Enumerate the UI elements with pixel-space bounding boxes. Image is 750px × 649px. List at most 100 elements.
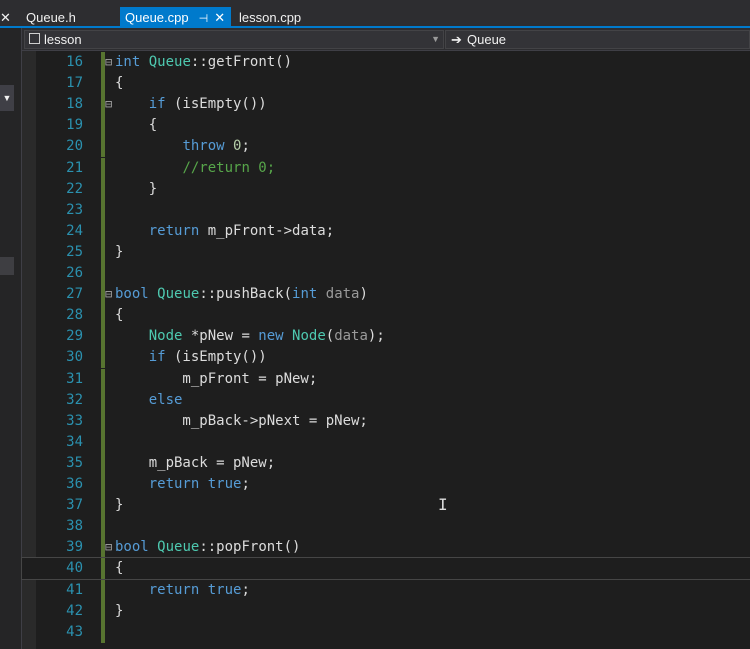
line-number: 16: [66, 54, 83, 70]
line-number: 22: [66, 180, 83, 197]
change-marker: [101, 621, 105, 643]
code-line[interactable]: 17 {: [22, 73, 750, 95]
line-number: 35: [66, 454, 83, 471]
project-icon: [29, 33, 40, 44]
change-marker: [101, 241, 105, 263]
line-number: 31: [66, 370, 83, 387]
line-number: 28: [66, 307, 83, 324]
line-number: 34: [66, 433, 83, 450]
line-number: 19: [66, 117, 83, 134]
code-line[interactable]: 18 ⊟ if (isEmpty()): [22, 94, 750, 116]
collapse-icon[interactable]: ⊟: [105, 52, 112, 73]
code-line[interactable]: 38: [22, 516, 750, 538]
change-marker: [101, 452, 105, 474]
change-marker: [101, 305, 105, 327]
code-text: m_pBack->pNext = pNew;: [115, 412, 368, 429]
change-marker: [101, 220, 105, 242]
change-marker: [101, 263, 105, 284]
code-line[interactable]: 43: [22, 621, 750, 643]
code-text: }: [115, 180, 158, 197]
close-icon[interactable]: ✕: [214, 10, 225, 25]
change-marker: [101, 579, 105, 601]
code-text: {: [115, 75, 124, 92]
text-cursor-icon: I: [438, 495, 448, 514]
document-tab-bar: ✕ Queue.h Queue.cpp ⊣ ✕ lesson.cpp: [0, 0, 750, 28]
tab-lesson-cpp[interactable]: lesson.cpp: [239, 7, 301, 28]
code-text: {: [115, 560, 124, 577]
close-icon[interactable]: ✕: [0, 7, 12, 28]
line-number: 20: [66, 138, 83, 155]
code-line[interactable]: 35 m_pBack = pNew;: [22, 452, 750, 474]
change-marker: [101, 495, 105, 517]
change-marker: [101, 347, 105, 369]
code-line[interactable]: 24 return m_pFront->data;: [22, 220, 750, 242]
change-marker: [101, 157, 105, 179]
line-number: 32: [66, 391, 83, 408]
code-line[interactable]: 32 else: [22, 389, 750, 411]
code-line[interactable]: 34: [22, 431, 750, 453]
code-line[interactable]: 37}: [22, 495, 750, 517]
chevron-down-icon: ▼: [431, 34, 440, 44]
line-number: 18: [66, 96, 83, 113]
code-line[interactable]: 21 //return 0;: [22, 157, 750, 179]
code-line[interactable]: 33 m_pBack->pNext = pNew;: [22, 410, 750, 432]
line-number: 43: [66, 623, 83, 640]
code-line[interactable]: 22 }: [22, 178, 750, 200]
line-number: 24: [66, 222, 83, 239]
code-line[interactable]: 31 m_pFront = pNew;: [22, 368, 750, 390]
code-line[interactable]: 19 {: [22, 115, 750, 137]
code-line[interactable]: 16 ⊟ int Queue::getFront(): [22, 52, 750, 73]
code-text: return m_pFront->data;: [148, 222, 335, 239]
arrow-right-icon: ➔: [451, 32, 462, 47]
line-number: 38: [66, 518, 83, 535]
collapse-icon[interactable]: ⊟: [105, 537, 112, 558]
code-line[interactable]: 26: [22, 263, 750, 284]
code-line[interactable]: 41 return true;: [22, 579, 750, 601]
code-text: bool Queue::pushBack(int data): [115, 286, 368, 303]
chevron-down-icon[interactable]: ▼: [0, 85, 14, 111]
code-text: if (isEmpty()): [148, 349, 267, 366]
line-number: 40: [66, 560, 83, 577]
line-number: 37: [66, 497, 83, 514]
change-marker: [101, 136, 105, 158]
change-marker: [101, 474, 105, 495]
code-text: bool Queue::popFront(): [115, 539, 301, 556]
tab-label: Queue.cpp: [125, 10, 189, 25]
code-line[interactable]: 30 if (isEmpty()): [22, 347, 750, 369]
code-text: Node *pNew = new Node(data);: [148, 328, 385, 345]
change-marker: [101, 410, 105, 432]
code-line[interactable]: 29 Node *pNew = new Node(data);: [22, 326, 750, 348]
line-number: 42: [66, 602, 83, 619]
change-marker: [101, 115, 105, 137]
code-line[interactable]: 28 {: [22, 305, 750, 327]
code-line[interactable]: 39 ⊟ bool Queue::popFront(): [22, 537, 750, 559]
tab-label: lesson.cpp: [239, 10, 302, 25]
code-line[interactable]: 40 {: [21, 557, 750, 581]
code-text: }: [115, 602, 124, 619]
collapse-icon[interactable]: ⊟: [105, 284, 112, 305]
code-line[interactable]: 36 return true;: [22, 474, 750, 495]
tab-queue-cpp[interactable]: Queue.cpp ⊣ ✕: [120, 7, 232, 28]
code-line[interactable]: 27 ⊟ bool Queue::pushBack(int data): [22, 284, 750, 306]
code-text: }: [115, 243, 124, 260]
left-tool-pane: ▼: [0, 28, 22, 649]
code-line[interactable]: 23: [22, 199, 750, 221]
line-number: 27: [66, 286, 83, 303]
pin-icon[interactable]: ⊣: [199, 13, 209, 25]
code-line[interactable]: 42}: [22, 600, 750, 622]
code-text: if (isEmpty()): [148, 96, 267, 113]
tab-queue-h[interactable]: Queue.h: [26, 7, 76, 28]
scope-dropdown[interactable]: ➔ Queue: [445, 30, 750, 49]
code-line[interactable]: 25}: [22, 241, 750, 263]
line-number: 41: [66, 581, 83, 598]
line-number: 17: [66, 75, 83, 92]
pane-selection: [0, 257, 14, 275]
change-marker: [101, 389, 105, 411]
code-text: m_pFront = pNew;: [115, 370, 318, 387]
line-number: 30: [66, 349, 83, 366]
code-editor[interactable]: 16 ⊟ int Queue::getFront() 17{18 ⊟ if (isEmp…: [21, 51, 750, 649]
change-marker: [101, 368, 105, 390]
collapse-icon[interactable]: ⊟: [105, 94, 112, 115]
code-line[interactable]: 20 throw 0;: [22, 136, 750, 158]
project-dropdown[interactable]: lesson ▼: [24, 30, 444, 49]
